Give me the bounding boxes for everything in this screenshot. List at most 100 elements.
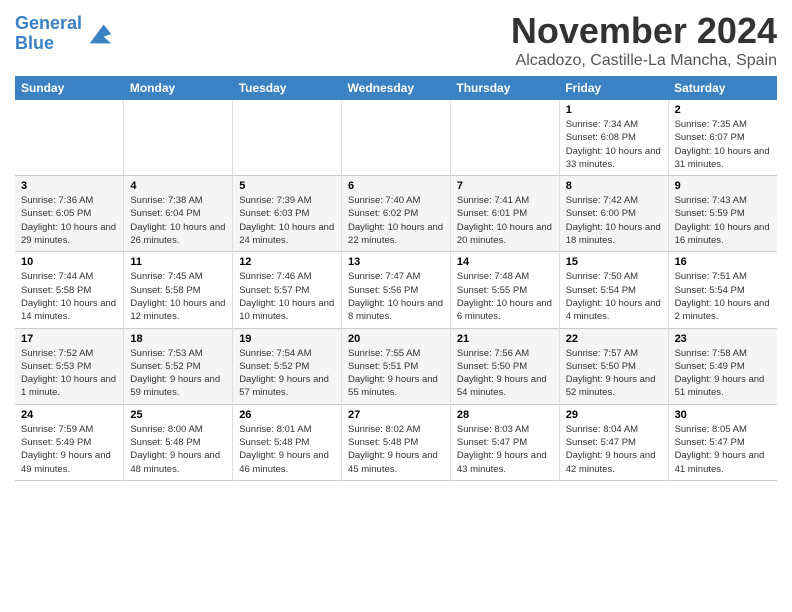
day-number: 25 (130, 409, 226, 421)
calendar-cell: 7 Sunrise: 7:41 AM Sunset: 6:01 PM Daylig… (450, 176, 559, 252)
calendar-cell: 26 Sunrise: 8:01 AM Sunset: 5:48 PM Dayli… (233, 404, 342, 480)
day-info: Sunrise: 7:55 AM Sunset: 5:51 PM Dayligh… (348, 347, 444, 400)
day-number: 22 (566, 333, 662, 345)
day-info: Sunrise: 7:40 AM Sunset: 6:02 PM Dayligh… (348, 194, 444, 247)
day-info: Sunrise: 8:00 AM Sunset: 5:48 PM Dayligh… (130, 423, 226, 476)
day-info: Sunrise: 7:50 AM Sunset: 5:54 PM Dayligh… (566, 270, 662, 323)
calendar-cell: 1Sunrise: 7:34 AM Sunset: 6:08 PM Daylig… (559, 100, 668, 176)
day-number: 3 (21, 180, 117, 192)
logo: GeneralBlue (15, 14, 113, 54)
day-number: 27 (348, 409, 444, 421)
day-info: Sunrise: 7:46 AM Sunset: 5:57 PM Dayligh… (239, 270, 335, 323)
calendar-week-row: 10 Sunrise: 7:44 AM Sunset: 5:58 PM Dayli… (15, 252, 777, 328)
calendar-table: SundayMondayTuesdayWednesdayThursdayFrid… (15, 76, 777, 481)
day-info: Sunrise: 7:52 AM Sunset: 5:53 PM Dayligh… (21, 347, 117, 400)
day-info: Sunrise: 7:54 AM Sunset: 5:52 PM Dayligh… (239, 347, 335, 400)
day-info: Sunrise: 7:48 AM Sunset: 5:55 PM Dayligh… (457, 270, 553, 323)
day-number: 14 (457, 256, 553, 268)
day-info: Sunrise: 8:01 AM Sunset: 5:48 PM Dayligh… (239, 423, 335, 476)
day-number: 19 (239, 333, 335, 345)
calendar-cell: 20Sunrise: 7:55 AM Sunset: 5:51 PM Dayli… (342, 328, 451, 404)
calendar-week-row: 17 Sunrise: 7:52 AM Sunset: 5:53 PM Dayli… (15, 328, 777, 404)
day-info: Sunrise: 8:04 AM Sunset: 5:47 PM Dayligh… (566, 423, 662, 476)
logo-icon (85, 20, 113, 48)
day-info: Sunrise: 7:44 AM Sunset: 5:58 PM Dayligh… (21, 270, 117, 323)
page-header: GeneralBlue November 2024 Alcadozo, Cast… (15, 10, 777, 70)
day-info: Sunrise: 7:41 AM Sunset: 6:01 PM Dayligh… (457, 194, 553, 247)
location-subtitle: Alcadozo, Castille-La Mancha, Spain (511, 52, 777, 70)
day-info: Sunrise: 8:03 AM Sunset: 5:47 PM Dayligh… (457, 423, 553, 476)
calendar-cell: 25 Sunrise: 8:00 AM Sunset: 5:48 PM Dayli… (124, 404, 233, 480)
day-info: Sunrise: 7:56 AM Sunset: 5:50 PM Dayligh… (457, 347, 553, 400)
title-block: November 2024 Alcadozo, Castille-La Manc… (511, 10, 777, 70)
weekday-header-friday: Friday (559, 76, 668, 100)
calendar-cell: 30Sunrise: 8:05 AM Sunset: 5:47 PM Dayli… (668, 404, 777, 480)
calendar-cell: 9 Sunrise: 7:43 AM Sunset: 5:59 PM Daylig… (668, 176, 777, 252)
weekday-header-monday: Monday (124, 76, 233, 100)
day-info: Sunrise: 7:45 AM Sunset: 5:58 PM Dayligh… (130, 270, 226, 323)
day-number: 29 (566, 409, 662, 421)
calendar-cell: 21 Sunrise: 7:56 AM Sunset: 5:50 PM Dayli… (450, 328, 559, 404)
day-number: 10 (21, 256, 117, 268)
calendar-cell: 14 Sunrise: 7:48 AM Sunset: 5:55 PM Dayli… (450, 252, 559, 328)
calendar-cell: 16Sunrise: 7:51 AM Sunset: 5:54 PM Dayli… (668, 252, 777, 328)
day-number: 4 (130, 180, 226, 192)
day-number: 9 (675, 180, 771, 192)
day-number: 21 (457, 333, 553, 345)
calendar-cell: 24 Sunrise: 7:59 AM Sunset: 5:49 PM Dayli… (15, 404, 124, 480)
weekday-header-sunday: Sunday (15, 76, 124, 100)
day-info: Sunrise: 8:05 AM Sunset: 5:47 PM Dayligh… (675, 423, 771, 476)
day-info: Sunrise: 7:36 AM Sunset: 6:05 PM Dayligh… (21, 194, 117, 247)
day-number: 7 (457, 180, 553, 192)
day-info: Sunrise: 8:02 AM Sunset: 5:48 PM Dayligh… (348, 423, 444, 476)
day-info: Sunrise: 7:43 AM Sunset: 5:59 PM Dayligh… (675, 194, 771, 247)
calendar-cell: 12 Sunrise: 7:46 AM Sunset: 5:57 PM Dayli… (233, 252, 342, 328)
day-info: Sunrise: 7:53 AM Sunset: 5:52 PM Dayligh… (130, 347, 226, 400)
calendar-cell: 29 Sunrise: 8:04 AM Sunset: 5:47 PM Dayli… (559, 404, 668, 480)
calendar-week-row: 1Sunrise: 7:34 AM Sunset: 6:08 PM Daylig… (15, 100, 777, 176)
calendar-cell: 22 Sunrise: 7:57 AM Sunset: 5:50 PM Dayli… (559, 328, 668, 404)
calendar-cell: 4 Sunrise: 7:38 AM Sunset: 6:04 PM Daylig… (124, 176, 233, 252)
day-number: 26 (239, 409, 335, 421)
day-number: 8 (566, 180, 662, 192)
day-number: 12 (239, 256, 335, 268)
calendar-cell: 18 Sunrise: 7:53 AM Sunset: 5:52 PM Dayli… (124, 328, 233, 404)
day-number: 28 (457, 409, 553, 421)
day-number: 6 (348, 180, 444, 192)
calendar-cell: 28 Sunrise: 8:03 AM Sunset: 5:47 PM Dayli… (450, 404, 559, 480)
day-info: Sunrise: 7:38 AM Sunset: 6:04 PM Dayligh… (130, 194, 226, 247)
calendar-cell: 3 Sunrise: 7:36 AM Sunset: 6:05 PM Daylig… (15, 176, 124, 252)
day-number: 18 (130, 333, 226, 345)
calendar-week-row: 3 Sunrise: 7:36 AM Sunset: 6:05 PM Daylig… (15, 176, 777, 252)
calendar-cell: 17 Sunrise: 7:52 AM Sunset: 5:53 PM Dayli… (15, 328, 124, 404)
day-number: 15 (566, 256, 662, 268)
day-info: Sunrise: 7:57 AM Sunset: 5:50 PM Dayligh… (566, 347, 662, 400)
calendar-week-row: 24 Sunrise: 7:59 AM Sunset: 5:49 PM Dayli… (15, 404, 777, 480)
calendar-cell: 6 Sunrise: 7:40 AM Sunset: 6:02 PM Daylig… (342, 176, 451, 252)
day-info: Sunrise: 7:59 AM Sunset: 5:49 PM Dayligh… (21, 423, 117, 476)
weekday-header-tuesday: Tuesday (233, 76, 342, 100)
calendar-cell: 8 Sunrise: 7:42 AM Sunset: 6:00 PM Daylig… (559, 176, 668, 252)
day-info: Sunrise: 7:47 AM Sunset: 5:56 PM Dayligh… (348, 270, 444, 323)
day-number: 11 (130, 256, 226, 268)
weekday-header-row: SundayMondayTuesdayWednesdayThursdayFrid… (15, 76, 777, 100)
calendar-cell: 27 Sunrise: 8:02 AM Sunset: 5:48 PM Dayli… (342, 404, 451, 480)
calendar-cell: 23 Sunrise: 7:58 AM Sunset: 5:49 PM Dayli… (668, 328, 777, 404)
day-number: 5 (239, 180, 335, 192)
calendar-cell: 10 Sunrise: 7:44 AM Sunset: 5:58 PM Dayli… (15, 252, 124, 328)
logo-text: GeneralBlue (15, 14, 82, 54)
day-number: 23 (675, 333, 771, 345)
calendar-cell: 5Sunrise: 7:39 AM Sunset: 6:03 PM Daylig… (233, 176, 342, 252)
calendar-cell: 15 Sunrise: 7:50 AM Sunset: 5:54 PM Dayli… (559, 252, 668, 328)
day-number: 24 (21, 409, 117, 421)
day-number: 2 (675, 104, 771, 116)
day-number: 17 (21, 333, 117, 345)
calendar-cell (233, 100, 342, 176)
day-info: Sunrise: 7:42 AM Sunset: 6:00 PM Dayligh… (566, 194, 662, 247)
day-info: Sunrise: 7:58 AM Sunset: 5:49 PM Dayligh… (675, 347, 771, 400)
day-number: 1 (566, 104, 662, 116)
weekday-header-saturday: Saturday (668, 76, 777, 100)
calendar-cell: 11 Sunrise: 7:45 AM Sunset: 5:58 PM Dayli… (124, 252, 233, 328)
calendar-cell (15, 100, 124, 176)
calendar-cell (124, 100, 233, 176)
